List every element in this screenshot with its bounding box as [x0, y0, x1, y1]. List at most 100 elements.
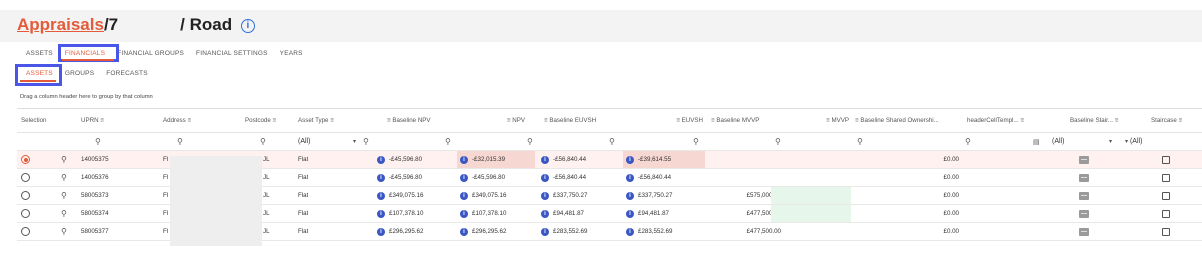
radio-button[interactable]	[21, 173, 30, 182]
euvsh-filter[interactable]: ⚲	[609, 133, 615, 150]
row-radio[interactable]	[21, 187, 30, 204]
col-header-baseline-npv[interactable]: ≡ Baseline NPV	[387, 109, 457, 132]
info-icon[interactable]: i	[626, 155, 634, 164]
staircase-checkbox[interactable]	[1162, 209, 1170, 218]
mvvp-filter[interactable]: ⚲	[775, 133, 781, 150]
row-radio[interactable]	[21, 169, 30, 186]
radio-button[interactable]	[21, 209, 30, 218]
info-icon[interactable]: i	[541, 155, 549, 164]
staircase-checkbox[interactable]	[1162, 173, 1170, 182]
col-header-baseline-mvvp[interactable]: ≡ Baseline MVVP	[711, 109, 791, 132]
staircase-checkbox[interactable]	[1162, 227, 1170, 236]
staircase-cell[interactable]	[1162, 205, 1170, 222]
col-header-selection[interactable]: Selection	[21, 109, 61, 132]
subtab-forecasts[interactable]: FORECASTS	[100, 68, 154, 79]
postcode-filter[interactable]: ⚲	[260, 133, 266, 150]
staircase-cell[interactable]	[1162, 169, 1170, 186]
tab-assets[interactable]: ASSETS	[20, 48, 59, 60]
col-header-address[interactable]: Address ≡	[163, 109, 233, 132]
row-search-button[interactable]: ⚲	[61, 205, 67, 222]
info-icon[interactable]: i	[541, 173, 549, 182]
filter-icon[interactable]: ≡	[330, 117, 334, 124]
info-icon[interactable]: i	[377, 155, 385, 164]
staircase-cell[interactable]	[1162, 151, 1170, 168]
npv-filter[interactable]: ⚲	[445, 133, 451, 150]
filter-icon[interactable]: ≡	[507, 117, 511, 124]
filter-icon[interactable]: ≡	[1115, 117, 1119, 124]
baseline-npv-filter[interactable]: ⚲	[363, 133, 369, 150]
col-header-template[interactable]: headerCellTempl... ≡	[967, 109, 1039, 132]
staircase-checkbox[interactable]	[1162, 191, 1170, 200]
col-header-asset-type[interactable]: Asset Type ≡	[298, 109, 368, 132]
info-icon[interactable]: i	[460, 155, 468, 164]
info-circle-icon[interactable]: i	[240, 19, 255, 33]
filter-icon[interactable]: ≡	[387, 117, 391, 124]
mvvp-cell[interactable]	[771, 205, 851, 222]
info-icon[interactable]: i	[377, 227, 385, 236]
info-icon[interactable]: i	[460, 173, 468, 182]
col-header-baseline-shared-ownership[interactable]: ≡ Baseline Shared Ownershi...	[855, 109, 967, 132]
radio-button[interactable]	[21, 191, 30, 200]
filter-icon[interactable]: ≡	[711, 117, 715, 124]
col-header-npv[interactable]: ≡ NPV	[457, 109, 525, 132]
row-search-button[interactable]: ⚲	[61, 187, 67, 204]
info-icon[interactable]: i	[460, 227, 468, 236]
uprn-filter[interactable]: ⚲	[95, 133, 101, 150]
info-icon[interactable]: i	[626, 209, 634, 218]
radio-button[interactable]	[21, 227, 30, 236]
info-icon[interactable]: i	[541, 209, 549, 218]
row-radio[interactable]	[21, 223, 30, 240]
info-icon[interactable]: i	[626, 173, 634, 182]
col-header-uprn[interactable]: UPRN ≡	[81, 109, 141, 132]
info-icon[interactable]: i	[460, 191, 468, 200]
baseline-shared-filter[interactable]: ⚲	[857, 133, 863, 150]
info-icon[interactable]: i	[460, 209, 468, 218]
row-search-button[interactable]: ⚲	[61, 151, 67, 168]
staircase-checkbox[interactable]	[1162, 155, 1170, 164]
col-header-staircase[interactable]: Staircase ≡	[1151, 109, 1202, 132]
row-search-button[interactable]: ⚲	[61, 223, 67, 240]
tab-financial-settings[interactable]: FINANCIAL SETTINGS	[190, 48, 274, 60]
col-header-mvvp[interactable]: ≡ MVVP	[797, 109, 849, 132]
col-header-baseline-euvsh[interactable]: ≡ Baseline EUVSH	[544, 109, 624, 132]
filter-icon[interactable]: ≡	[100, 117, 104, 124]
info-icon[interactable]: i	[626, 227, 634, 236]
baseline-stair-filter-select[interactable]: (All) ▾	[1052, 133, 1112, 150]
baseline-mvvp-filter[interactable]: ⚲	[693, 133, 699, 150]
staircase-cell[interactable]	[1162, 223, 1170, 240]
calendar-filter[interactable]: ▤	[1033, 133, 1040, 150]
info-icon[interactable]: i	[377, 191, 385, 200]
template-filter[interactable]: ⚲	[965, 133, 971, 150]
filter-icon[interactable]: ≡	[855, 117, 859, 124]
subtab-groups[interactable]: GROUPS	[59, 68, 100, 79]
tab-financial-groups[interactable]: FINANCIAL GROUPS	[111, 48, 190, 60]
row-radio[interactable]	[21, 205, 30, 222]
filter-icon[interactable]: ≡	[187, 117, 191, 124]
info-icon[interactable]: i	[377, 209, 385, 218]
staircase-filter-select[interactable]: ▾ (All)	[1125, 133, 1200, 150]
col-header-euvsh[interactable]: ≡ EUVSH	[627, 109, 703, 132]
tab-years[interactable]: YEARS	[274, 48, 309, 60]
group-panel-hint[interactable]: Drag a column header here to group by th…	[20, 94, 153, 100]
filter-icon[interactable]: ≡	[273, 117, 277, 124]
col-header-baseline-staircasing[interactable]: Baseline Stair... ≡	[1070, 109, 1140, 132]
address-filter[interactable]: ⚲	[177, 133, 183, 150]
filter-icon[interactable]: ≡	[826, 117, 830, 124]
staircase-cell[interactable]	[1162, 187, 1170, 204]
asset-type-filter-select[interactable]: (All) ▾	[298, 133, 356, 150]
info-icon[interactable]: i	[377, 173, 385, 182]
info-icon[interactable]: i	[626, 191, 634, 200]
row-search-button[interactable]: ⚲	[61, 169, 67, 186]
radio-button[interactable]	[21, 155, 30, 164]
col-header-postcode[interactable]: Postcode ≡	[245, 109, 292, 132]
baseline-euvsh-filter[interactable]: ⚲	[527, 133, 533, 150]
filter-icon[interactable]: ≡	[1020, 117, 1024, 124]
row-radio[interactable]	[21, 151, 30, 168]
info-icon[interactable]: i	[541, 191, 549, 200]
filter-icon[interactable]: ≡	[1179, 117, 1183, 124]
info-icon[interactable]: i	[541, 227, 549, 236]
filter-icon[interactable]: ≡	[676, 117, 680, 124]
breadcrumb-appraisals-link[interactable]: Appraisals	[17, 15, 104, 34]
mvvp-cell[interactable]	[771, 187, 851, 204]
filter-icon[interactable]: ≡	[544, 117, 548, 124]
